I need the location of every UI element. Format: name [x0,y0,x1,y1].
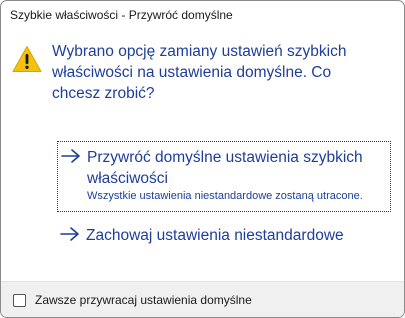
keep-custom-command[interactable]: Zachowaj ustawienia niestandardowe [57,220,391,250]
keep-custom-label: Zachowaj ustawienia niestandardowe [86,227,344,244]
restore-defaults-command[interactable]: Przywróć domyślne ustawienia szybkich wł… [57,141,391,212]
window-title: Szybkie właściwości - Przywróć domyślne [10,8,233,22]
arrow-right-icon [60,227,79,241]
restore-defaults-note: Wszystkie ustawienia niestandardowe zost… [87,190,363,202]
restore-defaults-label: Przywróć domyślne ustawienia szybkich wł… [87,149,363,187]
always-restore-checkbox[interactable] [13,294,26,307]
title-bar[interactable]: Szybkie właściwości - Przywróć domyślne [1,1,404,31]
warning-icon [12,46,42,72]
always-restore-label[interactable]: Zawsze przywracaj ustawienia domyślne [35,293,252,307]
dialog-window: Szybkie właściwości - Przywróć domyślne … [0,0,405,318]
dialog-footer: Zawsze przywracaj ustawienia domyślne [1,281,404,317]
main-instruction: Wybrano opcję zamiany ustawień szybkich … [52,43,347,102]
arrow-right-icon [61,149,80,163]
